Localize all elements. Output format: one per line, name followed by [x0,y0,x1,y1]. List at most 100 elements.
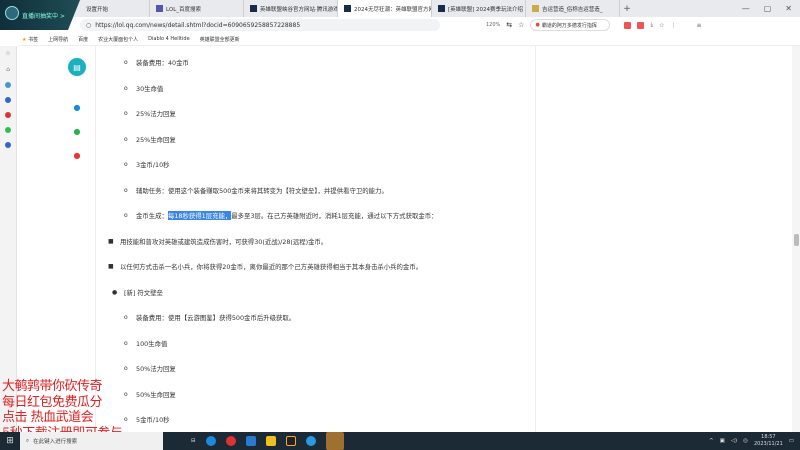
favicon-icon [250,5,257,12]
close-icon[interactable]: ✕ [785,4,792,13]
app-icon[interactable] [205,436,216,446]
app-icon[interactable] [5,127,11,133]
tab-label: 英雄联盟峡谷官方网站·腾讯游戏 [260,6,338,13]
qq-icon[interactable]: ● [68,98,86,116]
item-text: 5金币/10秒 [136,416,170,425]
app-icon[interactable] [5,97,11,103]
weibo-icon[interactable]: ● [68,146,86,164]
ad-line: 每日红包免费瓜分 [2,394,103,410]
wechat-icon[interactable]: ● [68,122,86,140]
lol-icon[interactable] [325,432,344,450]
list-item: o 30生命值 [124,84,164,93]
search-box[interactable]: ● 霸道的阿万多德发行指挥 [530,19,611,31]
list-item: ● [新] 符文壁垒 [112,288,163,297]
star-icon[interactable]: ☆ [518,21,524,29]
item-text: 装备费用：使用【云游图鉴】获得500金币后升级获取。 [136,314,296,323]
list-item: o 5金币/10秒 [124,416,170,425]
stream-badge-text: 直播间抽奖中 > [22,12,65,20]
comment-icon[interactable]: ▤ [68,58,86,76]
ad-line: 点击 热血武道会 [2,410,94,425]
tab[interactable]: 吉运营造_俗称吉运营造_ [526,0,620,17]
clock[interactable]: 18:57 2023/11/21 [754,434,783,448]
tab[interactable]: 英雄联盟峡谷官方网站·腾讯游戏 [244,0,338,17]
app-icon[interactable] [225,436,236,446]
item-text: 以任何方式击杀一名小兵，你将获得20金币，离你最近的那个己方英雄获得相当于其本身… [120,263,423,272]
item-text: 最多至3层。在己方英雄附近时，消耗1层充能，通过以下方式获取金币： [231,212,438,221]
list-item: o 3金币/10秒 [124,161,170,170]
tab-label: 吉运营造_俗称吉运营造_ [542,6,603,13]
notification-icon[interactable]: ▭ [789,438,794,444]
menu-icon[interactable]: ⋮ [671,22,677,29]
time: 18:57 [761,434,776,440]
windows-start-icon[interactable]: ⊞ [0,436,20,446]
item-text: 装备费用：40金币 [136,59,189,68]
search-engine-icon: ● [535,22,540,28]
bookmark[interactable]: Diablo 4 Helltide [148,36,190,42]
chevron-up-icon[interactable]: ^ [709,438,714,444]
favicon-icon [438,5,445,12]
share-sidebar: ▤ ● ● ● [66,58,88,164]
volume-icon[interactable]: ◁) [731,438,737,444]
app-icon[interactable] [5,82,11,88]
extension-icon[interactable] [637,21,645,29]
tab-label: LOL_百度搜索 [166,6,202,13]
url-input[interactable]: ○ https://lol.qq.com/news/detail.shtml?do… [80,19,440,31]
app-icon[interactable] [285,436,296,446]
scrollbar-thumb[interactable] [794,234,799,246]
extension-icon[interactable] [624,21,632,29]
bookmark[interactable]: 上网导航 [48,36,68,43]
item-text: 30生命值 [136,84,164,93]
new-tab-button[interactable]: + [620,4,634,14]
address-bar: ○ https://lol.qq.com/news/detail.shtml?do… [0,17,800,33]
bookmark[interactable]: 英雄联盟全部更新 [200,36,240,43]
selected-text[interactable]: 每18秒获得1层充能， [167,211,232,221]
taskbar-search[interactable]: ⌕ 在此键入进行搜索 [20,432,163,450]
item-text: 50%法力回复 [136,365,176,374]
history-icon[interactable]: ⌂ [6,66,10,73]
list-item: o 50%法力回复 [124,365,176,374]
ad-line: 大鹌鹑带你砍传奇 [2,379,103,394]
hamburger-icon[interactable]: ≡ [697,22,702,29]
ime-icon[interactable]: ◎ [743,438,748,444]
maximize-icon[interactable]: ▢ [764,4,772,13]
favicon-icon [156,5,163,12]
list-item: ■ 用技能和普攻对英雄或建筑造成伤害时，可获得30(近战)/28(远程)金币。 [108,237,328,246]
task-view-icon[interactable]: ⊟ [191,438,196,444]
bookmark[interactable]: ★ 书签 [22,36,38,43]
taskbar: ⊞ ⌕ 在此键入进行搜索 ⊟ ^ ▣ ◁) ◎ 18:57 2023/11/21 ▭ [0,432,800,450]
tab[interactable]: LOL_百度搜索 [150,0,244,17]
app-icon[interactable] [245,436,256,446]
zoom-level[interactable]: 120% [486,22,500,28]
list-item: o 辅助任务：使用这个装备赚取500金币来将其转变为【符文壁垒】，并提供看守卫的能… [124,186,388,195]
bookmark[interactable]: 农业大厦面包个人 [98,36,138,43]
minimize-icon[interactable]: — [742,4,750,13]
list-item: o 金币生成： 每18秒获得1层充能， 最多至3层。在己方英雄附近时，消耗1层充能，通… [124,211,438,221]
list-item: ■ 以任何方式击杀一名小兵，你将获得20金币，离你最近的那个己方英雄获得相当于其本… [108,263,423,272]
item-text: 辅助任务：使用这个装备赚取500金币来将其转变为【符文壁垒】，并提供看守卫的能力… [136,186,388,195]
app-icon[interactable] [5,112,11,118]
item-text: 3金币/10秒 [136,161,170,170]
stream-badge-icon [5,6,19,20]
bookmarks-bar: ★ 书签 上网导航 百度 农业大厦面包个人 Diablo 4 Helltide … [18,33,800,46]
browser-sidebar: ☆ ⌂ [0,46,17,432]
share-icon[interactable]: ⇆ [506,21,512,29]
app-icon[interactable] [265,436,276,446]
bookmark[interactable]: 百度 [78,36,88,43]
download-icon[interactable]: ⤓ [650,21,653,29]
favorites-icon[interactable]: ☆ [5,50,10,57]
tab[interactable]: [英雄联盟] 2024赛季玩法介绍 [432,0,526,17]
date: 2023/11/21 [753,441,783,447]
article-content: o 装备费用：40金币 o 30生命值 o 25%法力回复 o 25%生命回复 o 3金币… [108,50,538,433]
search-icon: ⌕ [26,437,30,444]
app-icon[interactable] [5,142,11,148]
item-text: 25%生命回复 [136,135,176,144]
scrollbar[interactable] [792,46,800,432]
item-text: 50%生命回复 [136,390,176,399]
tab-label: 设置开始 [86,6,109,13]
favorites-icon[interactable]: ☆ [659,22,664,29]
browser-icon[interactable] [305,436,316,446]
tab-active[interactable]: 2024无尽狂潮：英雄联盟官方网 [338,0,432,17]
favicon-icon [344,5,351,12]
item-label: 金币生成： [136,212,168,221]
network-icon[interactable]: ▣ [720,438,725,444]
